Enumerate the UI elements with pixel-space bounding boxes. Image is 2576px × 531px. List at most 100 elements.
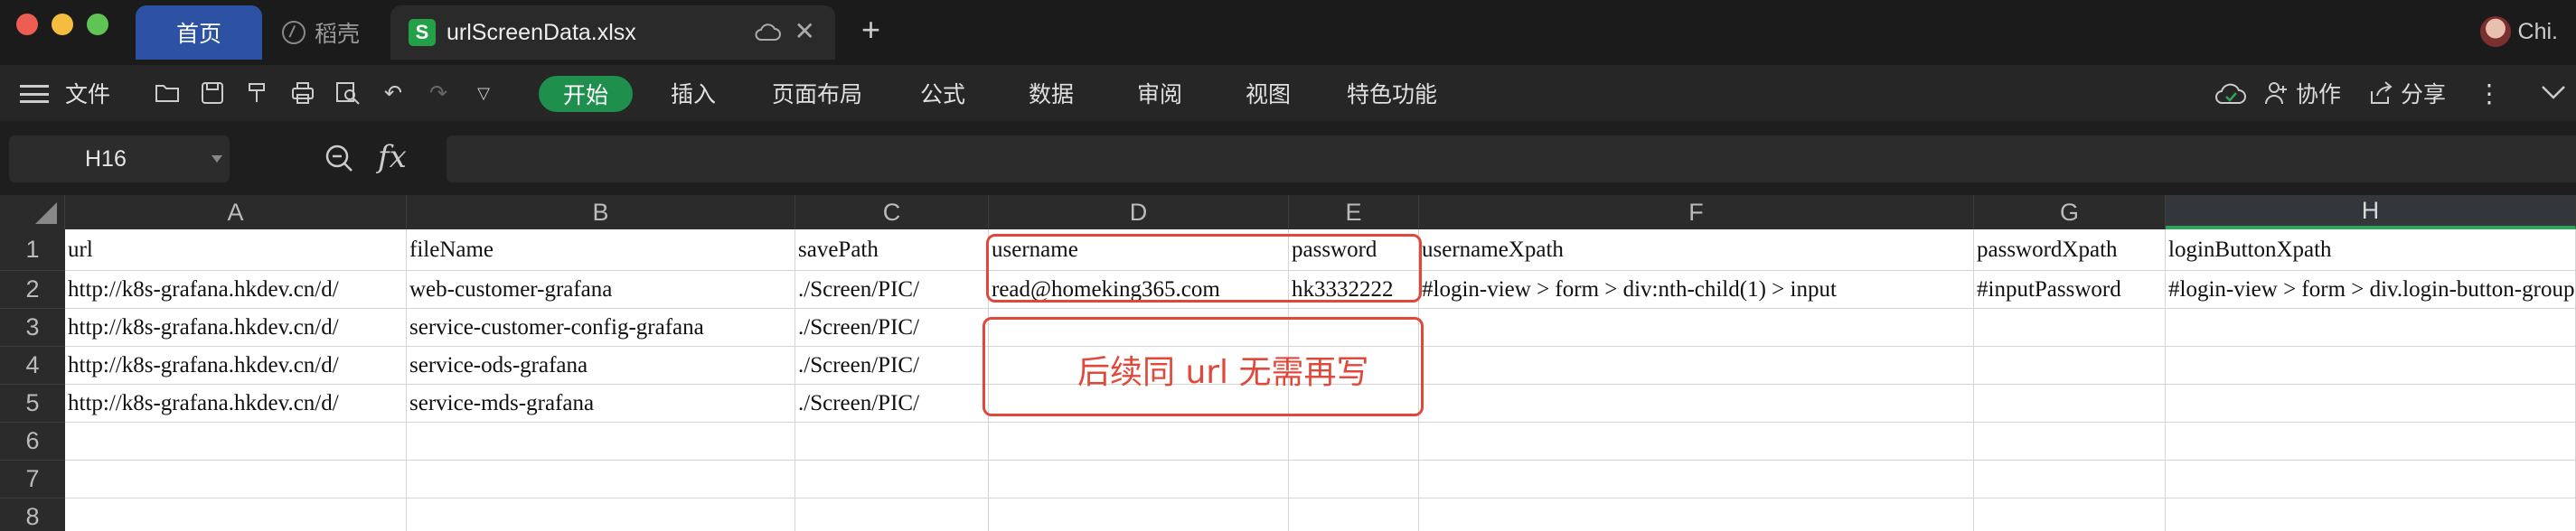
cell-g7[interactable]	[1974, 461, 2166, 498]
row-header-7[interactable]: 7	[0, 461, 65, 498]
column-header-h[interactable]: H	[2166, 195, 2576, 229]
tab-spreadsheet-file[interactable]: S urlScreenData.xlsx ✕	[390, 5, 835, 60]
cell-b3[interactable]: service-customer-config-grafana	[407, 309, 795, 347]
cell-f7[interactable]	[1419, 461, 1974, 498]
cell-h4[interactable]	[2166, 347, 2576, 385]
collapse-ribbon-icon[interactable]	[2540, 84, 2567, 102]
cell-f5[interactable]	[1419, 385, 1974, 423]
cell-f3[interactable]	[1419, 309, 1974, 347]
cell-c8[interactable]	[795, 498, 989, 531]
ribbon-tab-formulas[interactable]: 公式	[920, 65, 965, 121]
cell-c3[interactable]: ./Screen/PIC/	[795, 309, 989, 347]
cell-h8[interactable]	[2166, 498, 2576, 531]
row-header-1[interactable]: 1	[0, 229, 65, 271]
cell-e6[interactable]	[1289, 423, 1419, 461]
column-header-d[interactable]: D	[989, 195, 1289, 229]
cell-b1[interactable]: fileName	[407, 229, 795, 271]
cell-f1[interactable]: usernameXpath	[1419, 229, 1974, 271]
column-header-b[interactable]: B	[407, 195, 795, 229]
cell-g6[interactable]	[1974, 423, 2166, 461]
cell-c7[interactable]	[795, 461, 989, 498]
cell-d8[interactable]	[989, 498, 1289, 531]
name-box[interactable]: H16	[9, 135, 230, 182]
cell-e7[interactable]	[1289, 461, 1419, 498]
user-account[interactable]: Chi.	[2479, 16, 2558, 47]
column-header-e[interactable]: E	[1289, 195, 1419, 229]
cell-b5[interactable]: service-mds-grafana	[407, 385, 795, 423]
cell-h2[interactable]: #login-view > form > div.login-button-gr…	[2166, 271, 2576, 309]
ribbon-tab-special-features[interactable]: 特色功能	[1347, 65, 1437, 121]
cell-f6[interactable]	[1419, 423, 1974, 461]
more-options-icon[interactable]: ⋮	[2477, 79, 2502, 108]
row-header-5[interactable]: 5	[0, 385, 65, 423]
cell-a6[interactable]	[65, 423, 407, 461]
cell-f2[interactable]: #login-view > form > div:nth-child(1) > …	[1419, 271, 1974, 309]
row-header-8[interactable]: 8	[0, 498, 65, 531]
cell-g3[interactable]	[1974, 309, 2166, 347]
ribbon-tab-page-layout[interactable]: 页面布局	[772, 65, 862, 121]
cloud-sync-icon[interactable]	[2214, 79, 2247, 107]
cell-h3[interactable]	[2166, 309, 2576, 347]
hamburger-menu-icon[interactable]	[20, 85, 49, 103]
ribbon-tab-view[interactable]: 视图	[1246, 65, 1291, 121]
cell-b8[interactable]	[407, 498, 795, 531]
column-header-c[interactable]: C	[795, 195, 989, 229]
cell-a1[interactable]: url	[65, 229, 407, 271]
share-button[interactable]: 分享	[2401, 77, 2446, 109]
cell-e8[interactable]	[1289, 498, 1419, 531]
open-folder-icon[interactable]	[154, 79, 181, 107]
cell-f8[interactable]	[1419, 498, 1974, 531]
cell-g5[interactable]	[1974, 385, 2166, 423]
cell-a4[interactable]: http://k8s-grafana.hkdev.cn/d/	[65, 347, 407, 385]
cell-g8[interactable]	[1974, 498, 2166, 531]
select-all-corner[interactable]	[0, 195, 65, 229]
cell-g1[interactable]: passwordXpath	[1974, 229, 2166, 271]
column-header-a[interactable]: A	[65, 195, 407, 229]
cell-a8[interactable]	[65, 498, 407, 531]
redo-icon[interactable]: ↷	[425, 79, 452, 107]
ribbon-tab-insert[interactable]: 插入	[671, 65, 716, 121]
cell-c4[interactable]: ./Screen/PIC/	[795, 347, 989, 385]
chevron-down-icon[interactable]	[212, 155, 222, 163]
cell-c5[interactable]: ./Screen/PIC/	[795, 385, 989, 423]
close-tab-icon[interactable]: ✕	[794, 16, 815, 46]
row-header-4[interactable]: 4	[0, 347, 65, 385]
window-minimize-button[interactable]	[52, 14, 73, 35]
cell-c2[interactable]: ./Screen/PIC/	[795, 271, 989, 309]
undo-icon[interactable]: ↶	[380, 79, 407, 107]
quick-access-dropdown-icon[interactable]: ▽	[470, 79, 497, 107]
cell-g4[interactable]	[1974, 347, 2166, 385]
print-preview-icon[interactable]	[334, 79, 362, 107]
row-header-3[interactable]: 3	[0, 309, 65, 347]
cell-f4[interactable]	[1419, 347, 1974, 385]
menu-file[interactable]: 文件	[65, 65, 110, 121]
new-tab-button[interactable]: +	[861, 11, 880, 49]
column-header-f[interactable]: F	[1419, 195, 1974, 229]
cell-a7[interactable]	[65, 461, 407, 498]
cell-b6[interactable]	[407, 423, 795, 461]
cell-h5[interactable]	[2166, 385, 2576, 423]
ribbon-tab-data[interactable]: 数据	[1029, 65, 1074, 121]
column-header-g[interactable]: G	[1974, 195, 2166, 229]
cell-d6[interactable]	[989, 423, 1289, 461]
ribbon-tab-start[interactable]: 开始	[539, 76, 633, 112]
cell-h7[interactable]	[2166, 461, 2576, 498]
format-painter-icon[interactable]	[244, 79, 271, 107]
cell-h6[interactable]	[2166, 423, 2576, 461]
formula-input[interactable]	[447, 135, 2576, 182]
collaborate-button[interactable]: 协作	[2296, 77, 2341, 109]
cell-d7[interactable]	[989, 461, 1289, 498]
cell-a3[interactable]: http://k8s-grafana.hkdev.cn/d/	[65, 309, 407, 347]
function-fx-icon[interactable]: fx	[378, 139, 407, 175]
cell-a2[interactable]: http://k8s-grafana.hkdev.cn/d/	[65, 271, 407, 309]
tab-home[interactable]: 首页	[136, 5, 262, 60]
save-icon[interactable]	[199, 79, 226, 107]
cell-c6[interactable]	[795, 423, 989, 461]
cloud-icon[interactable]	[754, 22, 781, 42]
tab-daoke[interactable]: 稻壳	[271, 5, 384, 60]
window-zoom-button[interactable]	[87, 14, 108, 35]
cell-b4[interactable]: service-ods-grafana	[407, 347, 795, 385]
cell-c1[interactable]: savePath	[795, 229, 989, 271]
cell-a5[interactable]: http://k8s-grafana.hkdev.cn/d/	[65, 385, 407, 423]
row-header-6[interactable]: 6	[0, 423, 65, 461]
